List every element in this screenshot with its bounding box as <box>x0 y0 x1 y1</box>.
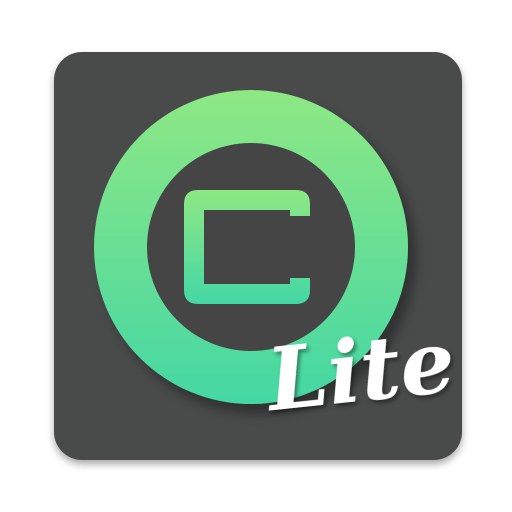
app-launcher-icon: Lite <box>54 52 462 460</box>
lite-badge-text: Lite <box>260 311 460 431</box>
ring-inner-disc <box>147 143 355 351</box>
app-icon-canvas: Lite <box>0 0 512 512</box>
